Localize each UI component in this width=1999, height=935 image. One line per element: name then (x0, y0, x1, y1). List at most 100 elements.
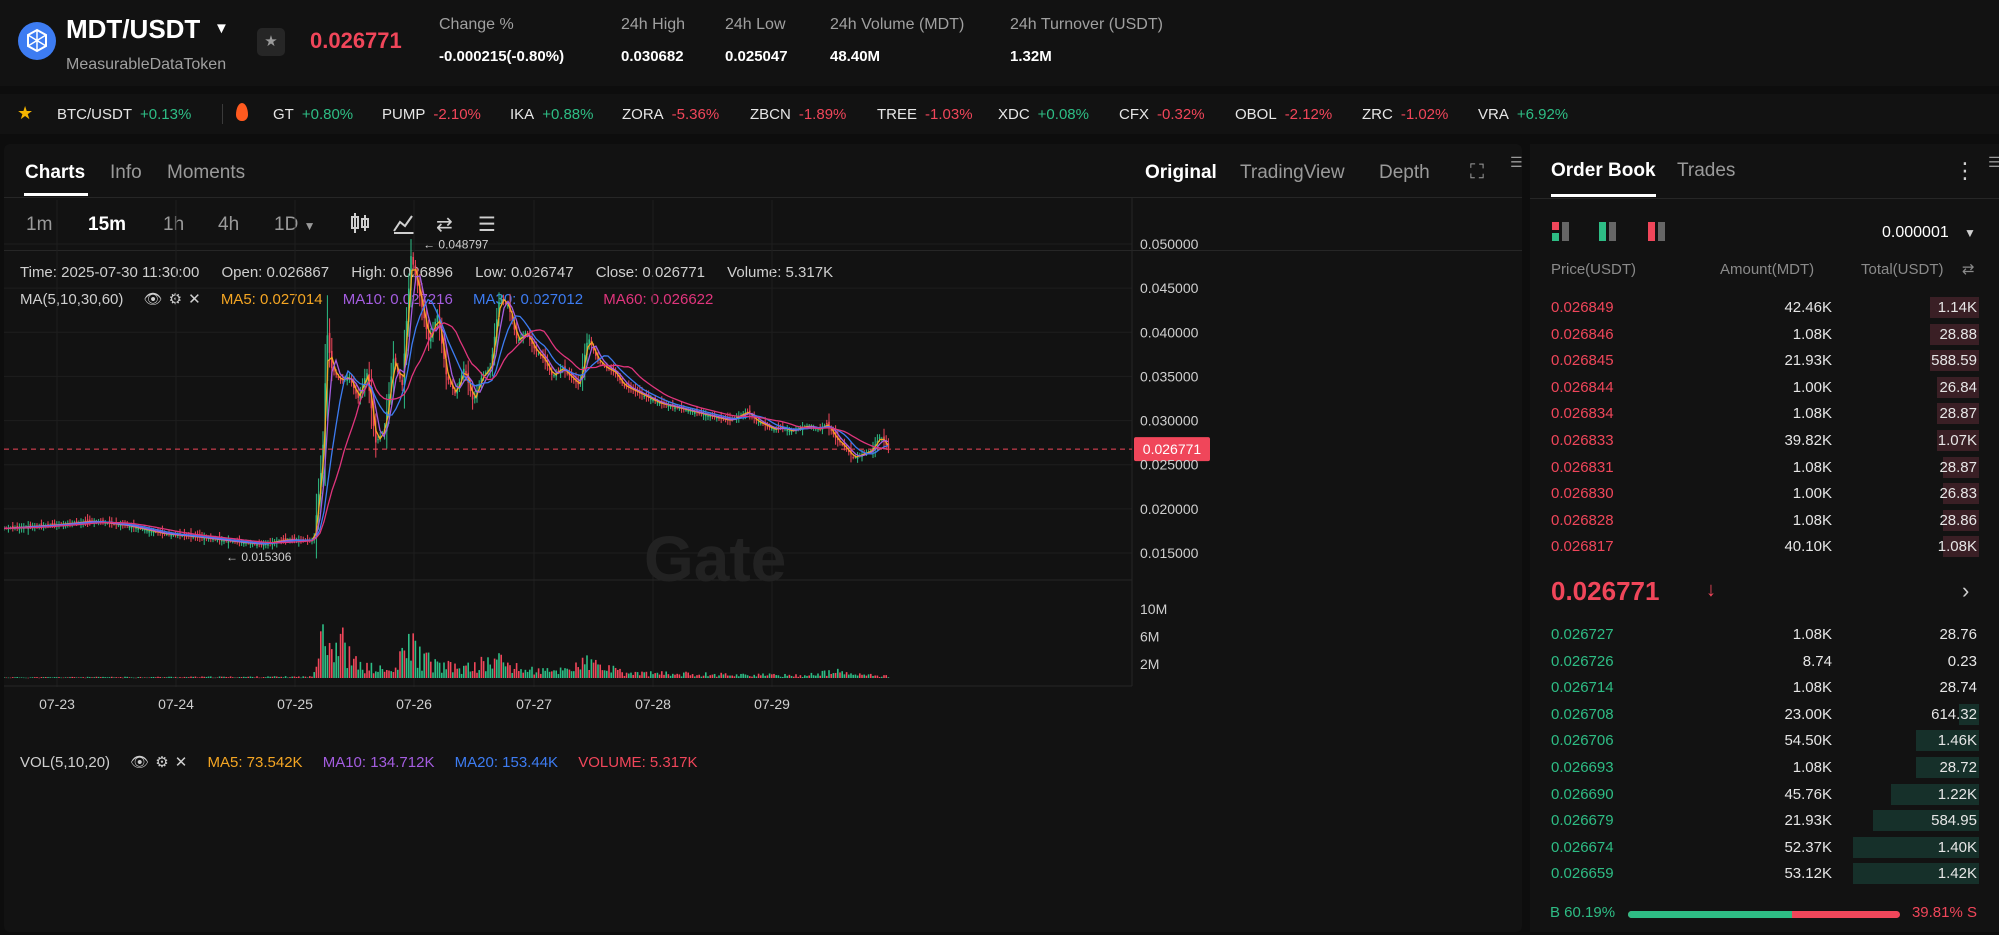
panel-drag-icon[interactable]: ☰ (1988, 154, 1999, 171)
volume-bar (469, 671, 472, 678)
ask-row[interactable]: 0.026844 1.00K 26.84 (1530, 374, 1999, 400)
volume-bar (449, 662, 452, 678)
pair-dropdown-icon[interactable]: ▼ (214, 20, 229, 37)
candle-body (401, 379, 403, 386)
ask-row[interactable]: 0.026830 1.00K 26.83 (1530, 480, 1999, 506)
ticker-item[interactable]: ZBCN -1.89% (750, 106, 846, 123)
volume-bar (73, 677, 76, 678)
ask-row[interactable]: 0.026846 1.08K 28.88 (1530, 321, 1999, 347)
ticker-item[interactable]: XDC +0.08% (998, 106, 1089, 123)
ticker-item[interactable]: ZORA -5.36% (622, 106, 719, 123)
volume-bar (348, 646, 351, 678)
bid-row[interactable]: 0.026708 23.00K 614.32 (1530, 701, 1999, 727)
ask-row[interactable]: 0.026833 39.82K 1.07K (1530, 427, 1999, 453)
row-price: 0.026714 (1551, 679, 1614, 697)
ticker-item[interactable]: VRA +6.92% (1478, 106, 1568, 123)
bid-row[interactable]: 0.026727 1.08K 28.76 (1530, 621, 1999, 647)
volume-bar (485, 671, 487, 678)
bid-row[interactable]: 0.026714 1.08K 28.74 (1530, 674, 1999, 700)
favorite-star-icon[interactable]: ★ (257, 28, 285, 56)
volume-bar (344, 642, 346, 678)
volume-bar (34, 677, 36, 678)
volume-bar (742, 673, 744, 678)
volume-bar (766, 675, 769, 678)
ticker-item[interactable]: CFX -0.32% (1119, 106, 1205, 123)
arrow-down-icon: ↓ (1706, 579, 1716, 601)
price-tick-label: 0.030000 (1140, 413, 1199, 429)
bid-row[interactable]: 0.026726 8.74 0.23 (1530, 648, 1999, 674)
volume-bar (102, 676, 104, 678)
asks-view-icon[interactable] (1648, 222, 1672, 242)
tab-trades[interactable]: Trades (1677, 160, 1735, 182)
chevron-right-icon[interactable]: › (1962, 578, 1969, 604)
chevron-down-icon[interactable]: ▼ (1964, 226, 1976, 240)
volume-bar (471, 671, 474, 678)
volume-bar (119, 676, 122, 678)
volume-bar (265, 677, 267, 678)
favorites-star-icon[interactable]: ★ (17, 103, 33, 124)
bid-row[interactable]: 0.026706 54.50K 1.46K (1530, 727, 1999, 753)
row-price: 0.026846 (1551, 325, 1614, 343)
volume-bar (832, 673, 835, 678)
volume-bar (566, 668, 568, 678)
more-options-icon[interactable]: ⋮ (1954, 158, 1976, 184)
volume-bar (64, 677, 67, 678)
volume-bar (856, 675, 859, 678)
ticker-item[interactable]: ZRC -1.02% (1362, 106, 1448, 123)
pair-selector[interactable]: MDT/USDT (66, 14, 200, 45)
ask-row[interactable]: 0.026845 21.93K 588.59 (1530, 347, 1999, 373)
row-price: 0.026833 (1551, 432, 1614, 449)
ask-row[interactable]: 0.026834 1.08K 28.87 (1530, 400, 1999, 426)
bids-view-icon[interactable] (1599, 222, 1623, 242)
ticker-item[interactable]: IKA +0.88% (510, 106, 593, 123)
volume-bar (674, 674, 676, 678)
volume-bar (238, 676, 241, 678)
volume-bar (804, 675, 806, 678)
bid-row[interactable]: 0.026679 21.93K 584.95 (1530, 807, 1999, 833)
volume-bar (181, 677, 183, 679)
volume-bar (744, 674, 747, 678)
time-tick-label: 07-24 (158, 696, 194, 712)
bid-row[interactable]: 0.026674 52.37K 1.40K (1530, 834, 1999, 860)
ma10-line (4, 275, 889, 545)
tab-active-underline (1551, 194, 1656, 197)
volume-bar (84, 677, 87, 679)
ask-row[interactable]: 0.026828 1.08K 28.86 (1530, 507, 1999, 533)
kline-chart[interactable]: Gate ← 0.048797 ← 0.015306 0.026771 0.0500… (4, 144, 1522, 932)
ticker-item[interactable]: OBOL -2.12% (1235, 106, 1332, 123)
row-amount: 40.10K (1784, 538, 1832, 556)
bid-row[interactable]: 0.026690 45.76K 1.22K (1530, 781, 1999, 807)
both-sides-view-icon[interactable] (1552, 222, 1576, 242)
ticker-item[interactable]: PUMP -2.10% (382, 106, 481, 123)
volume-bar (610, 672, 612, 678)
volume-bar (245, 677, 247, 678)
volume-bar (243, 676, 245, 678)
candle-body (757, 421, 760, 423)
ask-row[interactable]: 0.026817 40.10K 1.08K (1530, 533, 1999, 559)
ticker-item[interactable]: GT +0.80% (273, 106, 353, 123)
volume-bar (95, 676, 98, 678)
volume-bar (845, 672, 848, 678)
bid-row[interactable]: 0.026659 53.12K 1.42K (1530, 860, 1999, 886)
volume-bar (311, 676, 313, 678)
volume-bar (278, 677, 280, 678)
volume-bar (155, 677, 157, 678)
volume-bar (372, 673, 375, 678)
precision-select[interactable]: 0.000001 (1882, 224, 1949, 242)
ticker-item[interactable]: BTC/USDT +0.13% (57, 106, 191, 123)
volume-bar (643, 672, 645, 678)
volume-bar (524, 669, 527, 678)
row-amount: 53.12K (1784, 865, 1832, 883)
bid-row[interactable]: 0.026693 1.08K 28.72 (1530, 754, 1999, 780)
volume-bar (586, 655, 588, 678)
volume-bar (315, 666, 318, 678)
ask-row[interactable]: 0.026831 1.08K 28.87 (1530, 454, 1999, 480)
volume-bar (383, 671, 386, 678)
order-book-panel: Order Book Trades ⋮ ☰ 0.000001 ▼ Price(U… (1530, 144, 1999, 932)
tab-order-book[interactable]: Order Book (1551, 160, 1656, 182)
ticker-item[interactable]: TREE -1.03% (877, 106, 973, 123)
volume-bar (665, 671, 667, 678)
swap-icon[interactable]: ⇄ (1962, 260, 1975, 278)
buy-sell-ratio-bar (1628, 911, 1900, 918)
ask-row[interactable]: 0.026849 42.46K 1.14K (1530, 294, 1999, 320)
